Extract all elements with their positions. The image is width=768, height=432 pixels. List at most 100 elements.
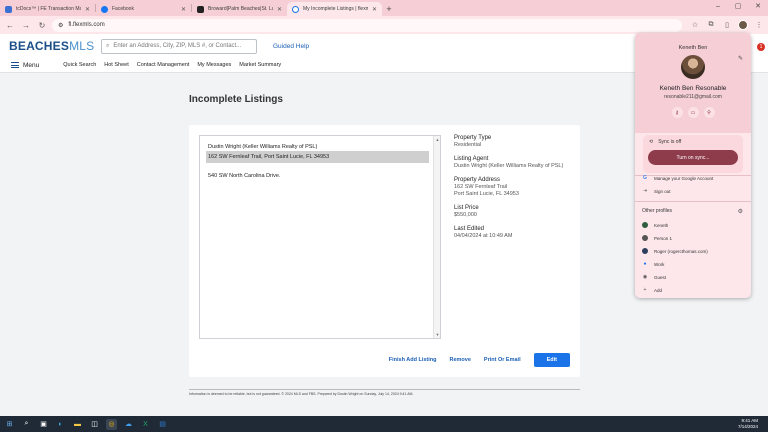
list-price-value: $550,000 xyxy=(454,212,477,218)
hamburger-icon xyxy=(11,62,19,68)
profile-item-work[interactable]: ● Work xyxy=(642,261,664,267)
sign-out-label: Sign out xyxy=(654,188,671,194)
list-price-label: List Price xyxy=(454,205,479,211)
nav-market-summary[interactable]: Market Summary xyxy=(239,62,281,68)
close-icon[interactable]: ✕ xyxy=(372,6,377,13)
payment-card-icon[interactable]: ▭ xyxy=(687,107,699,118)
flexmls-icon xyxy=(292,5,299,13)
word-icon[interactable]: ▤ xyxy=(157,419,168,430)
profile-item-guest[interactable]: ◉ Guest xyxy=(642,274,666,280)
file-explorer-icon[interactable]: ▬ xyxy=(72,419,83,430)
system-clock[interactable]: 9:41 AM 7/14/2024 xyxy=(738,418,758,430)
profile-greeting: Keneth Ben xyxy=(678,45,708,51)
profile-email: resonable211@gmail.com xyxy=(664,94,722,100)
print-or-email-button[interactable]: Print Or Email xyxy=(484,357,521,363)
addresses-pin-icon[interactable]: ⚲ xyxy=(703,107,715,118)
close-icon[interactable]: ✕ xyxy=(181,6,186,13)
scroll-down-icon[interactable]: ▼ xyxy=(434,332,441,337)
more-menu-icon[interactable]: ⋮ xyxy=(754,20,764,30)
notification-badge[interactable]: 1 xyxy=(757,43,765,51)
guest-icon: ◉ xyxy=(642,274,648,280)
store-icon[interactable]: ◫ xyxy=(89,419,100,430)
chrome-icon[interactable]: ◎ xyxy=(106,418,117,430)
clock-date: 7/14/2024 xyxy=(737,424,758,429)
google-g-icon: G xyxy=(643,175,647,181)
tab-title: Broward|Palm Beaches|St. Lucie... xyxy=(208,6,273,12)
windows-taskbar: ⊞ ⌕ ▣ ◐ ▬ ◫ ◎ ☁ X ▤ 9:41 AM 7/14/2024 xyxy=(0,416,768,432)
profile-item-keneth[interactable]: Keneth xyxy=(642,222,668,228)
reload-icon[interactable]: ↻ xyxy=(36,19,48,31)
bookmark-star-icon[interactable]: ☆ xyxy=(690,20,700,30)
nav-my-messages[interactable]: My Messages xyxy=(197,62,231,68)
beaches-mls-logo[interactable]: BEACHESMLS xyxy=(9,39,101,53)
edit-pencil-icon[interactable]: ✎ xyxy=(738,55,743,62)
profile-avatar[interactable] xyxy=(738,20,748,30)
profile-item-label: Keneth xyxy=(654,222,669,228)
person-icon: ● xyxy=(643,261,647,267)
forward-icon[interactable]: → xyxy=(20,19,32,31)
tab-title: Facebook xyxy=(112,6,134,12)
passwords-key-icon[interactable]: ⚷ xyxy=(671,107,683,118)
close-icon[interactable]: ✕ xyxy=(277,6,282,13)
sync-off-icon: ⟲ xyxy=(649,139,654,145)
profile-item-person1[interactable]: Person 1 xyxy=(642,235,672,241)
nav-hot-sheet[interactable]: Hot Sheet xyxy=(104,62,128,68)
manage-profiles-gear-icon[interactable]: ⚙ xyxy=(738,208,743,215)
site-info-icon[interactable]: ⚙ xyxy=(58,22,63,29)
sign-out-item[interactable]: ⇥ Sign out xyxy=(642,188,671,194)
back-icon[interactable]: ← xyxy=(4,19,16,31)
nav-quick-search[interactable]: Quick Search xyxy=(63,62,96,68)
profile-avatar-icon xyxy=(642,248,648,254)
search-icon[interactable]: ⌕ xyxy=(21,419,32,430)
add-profile-item[interactable]: + Add xyxy=(642,287,662,293)
minimize-icon[interactable]: – xyxy=(708,0,728,12)
tab-incomplete-listings[interactable]: My Incomplete Listings | flexmls ✕ xyxy=(287,2,382,16)
profile-item-label: Work xyxy=(654,261,665,267)
menu-label: Menu xyxy=(23,61,40,69)
listing-item[interactable]: 540 SW North Carolina Drive. xyxy=(206,170,429,182)
search-input[interactable]: ⌕ Enter an Address, City, ZIP, MLS #, or… xyxy=(101,38,257,54)
excel-icon[interactable]: X xyxy=(140,419,151,430)
listing-actions: Finish Add Listing Remove Print Or Email… xyxy=(389,353,570,367)
tab-facebook[interactable]: Facebook ✕ xyxy=(96,2,191,16)
listbox-scrollbar[interactable]: ▲ ▼ xyxy=(433,136,440,338)
list-price-group: List Price $550,000 xyxy=(454,205,579,219)
edge-icon[interactable]: ◐ xyxy=(55,419,66,430)
remove-button[interactable]: Remove xyxy=(450,357,471,363)
turn-on-sync-button[interactable]: Turn on sync... xyxy=(648,150,738,165)
profile-avatar-icon xyxy=(642,222,648,228)
profile-shortcuts: ⚷ ▭ ⚲ xyxy=(635,107,751,118)
listings-listbox[interactable]: Dustin Wright (Keller Williams Realty of… xyxy=(199,135,441,339)
tcdocs-icon xyxy=(5,5,12,13)
sync-status: Sync is off xyxy=(658,139,682,145)
last-edited-label: Last Edited xyxy=(454,226,485,232)
tab-title: tcDocs™ | FE Transaction Mana... xyxy=(16,6,81,12)
finish-add-listing-button[interactable]: Finish Add Listing xyxy=(389,357,437,363)
listing-details: Property Type Residential Listing Agent … xyxy=(454,135,579,247)
footer-disclaimer: Information is deemed to be reliable, bu… xyxy=(189,389,580,396)
browser-tab-strip: tcDocs™ | FE Transaction Mana... ✕ Faceb… xyxy=(0,0,768,16)
sidebar-icon[interactable]: ▯ xyxy=(722,20,732,30)
manage-account-item[interactable]: G Manage your Google Account xyxy=(642,175,713,181)
task-view-icon[interactable]: ▣ xyxy=(38,419,49,430)
listing-item-selected[interactable]: 162 SW Fernleaf Trail, Port Saint Lucie,… xyxy=(206,151,429,163)
profile-photo xyxy=(681,55,705,79)
tab-broward[interactable]: Broward|Palm Beaches|St. Lucie... ✕ xyxy=(192,2,287,16)
profile-item-roger[interactable]: Roger (rogercthomas.com) xyxy=(642,248,708,254)
tab-tcdocs[interactable]: tcDocs™ | FE Transaction Mana... ✕ xyxy=(0,2,95,16)
menu-button[interactable]: Menu xyxy=(11,62,39,69)
scroll-up-icon[interactable]: ▲ xyxy=(434,137,441,142)
property-type-label: Property Type xyxy=(454,135,492,141)
extensions-icon[interactable]: ⧉ xyxy=(706,20,716,30)
address-bar[interactable]: ⚙ fl.flexmls.com xyxy=(52,18,682,32)
guided-help-link[interactable]: Guided Help xyxy=(273,43,309,50)
browser-toolbar: ← → ↻ ⚙ fl.flexmls.com ☆ ⧉ ▯ ⋮ xyxy=(0,16,768,34)
new-tab-button[interactable]: + xyxy=(382,2,396,16)
close-icon[interactable]: ✕ xyxy=(85,6,90,13)
nav-contact-management[interactable]: Contact Management xyxy=(137,62,190,68)
edit-button[interactable]: Edit xyxy=(533,353,570,367)
windows-start-icon[interactable]: ⊞ xyxy=(4,419,15,430)
maximize-icon[interactable]: ▢ xyxy=(728,0,748,12)
close-window-icon[interactable]: ✕ xyxy=(748,0,768,12)
photos-icon[interactable]: ☁ xyxy=(123,419,134,430)
